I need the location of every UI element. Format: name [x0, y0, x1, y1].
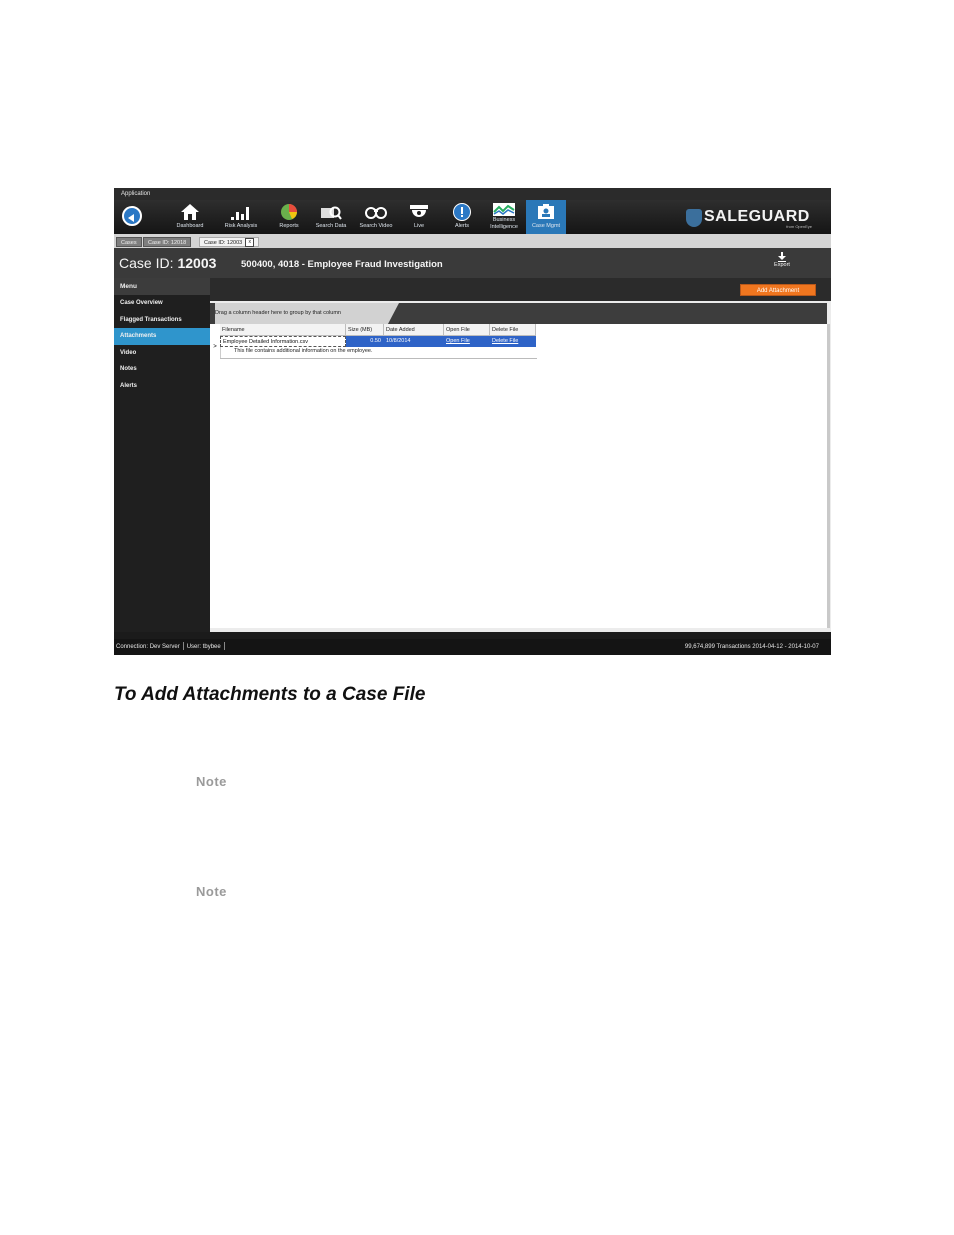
close-icon[interactable]: x — [245, 238, 255, 248]
sidebar-item-flagged-transactions[interactable]: Flagged Transactions — [114, 312, 210, 329]
menu-header: Menu — [114, 278, 210, 295]
cell-date-added: 10/8/2014 — [384, 336, 444, 347]
toolbar-search-data[interactable]: Search Data — [311, 200, 351, 234]
home-icon — [179, 203, 201, 221]
column-header-open-file[interactable]: Open File — [444, 324, 490, 336]
delete-file-link[interactable]: Delete File — [492, 338, 518, 344]
group-by-bar[interactable]: Drag a column header here to group by th… — [210, 303, 827, 324]
attachments-grid: Filename Size (MB) Date Added Open File … — [210, 324, 830, 628]
download-icon — [778, 252, 786, 262]
case-id: 12003 — [177, 255, 217, 271]
row-detail-description: This file contains additional informatio… — [234, 348, 373, 354]
binoculars-icon — [365, 203, 387, 221]
cell-filename: Employee Detailed Information.csv — [220, 336, 346, 347]
back-button[interactable] — [122, 206, 142, 226]
cell-size: 0.50 — [346, 336, 384, 347]
case-tabs: Cases Case ID: 12018 Case ID: 12003 x — [114, 234, 831, 248]
saleguard-logo: SALEGUARD from OpenEye — [682, 208, 822, 230]
note-label: Note — [196, 884, 227, 899]
column-header-size[interactable]: Size (MB) — [346, 324, 384, 336]
toolbar-risk-analysis[interactable]: Risk Analysis — [218, 200, 264, 234]
search-data-icon — [320, 203, 342, 221]
sidebar-menu: Menu Case Overview Flagged Transactions … — [114, 278, 210, 632]
main-toolbar: Dashboard Risk Analysis Reports Search D… — [114, 200, 831, 234]
status-bar: Connection: Dev Server User: tbybee 99,67… — [114, 639, 831, 655]
pie-chart-icon — [278, 203, 300, 221]
divider — [220, 358, 537, 359]
page-title: Case ID: 12003 — [119, 255, 217, 271]
column-header-date-added[interactable]: Date Added — [384, 324, 444, 336]
toolbar-case-mgmt[interactable]: Case Mgmt — [526, 200, 566, 234]
tab-case-12003[interactable]: Case ID: 12003 x — [199, 237, 260, 248]
sidebar-item-notes[interactable]: Notes — [114, 361, 210, 378]
application-screenshot: Application Dashboard Risk Analysis Repo… — [114, 188, 831, 655]
bar-chart-icon — [230, 203, 252, 221]
app-title-bar: Application — [114, 188, 831, 200]
bi-graph-icon — [493, 203, 515, 216]
cell-open-file: Open File — [444, 336, 490, 347]
open-file-link[interactable]: Open File — [446, 338, 470, 344]
sidebar-item-case-overview[interactable]: Case Overview — [114, 295, 210, 312]
section-heading: To Add Attachments to a Case File — [114, 684, 426, 705]
connection-status: Connection: Dev Server — [116, 644, 180, 650]
toolbar-live[interactable]: Live — [404, 200, 434, 234]
sidebar-item-alerts[interactable]: Alerts — [114, 378, 210, 395]
toolbar-reports[interactable]: Reports — [270, 200, 308, 234]
export-button[interactable]: Export — [770, 252, 794, 268]
case-icon — [535, 203, 557, 221]
divider — [223, 642, 225, 651]
note-label: Note — [196, 774, 227, 789]
alert-icon — [451, 203, 473, 221]
toolbar-business-intelligence[interactable]: Business Intelligence — [484, 200, 524, 234]
action-bar: Add Attachment — [210, 278, 831, 301]
tab-case-12018[interactable]: Case ID: 12018 — [143, 237, 192, 247]
user-status: User: tbybee — [186, 644, 221, 650]
sidebar-item-attachments[interactable]: Attachments — [114, 328, 210, 345]
transactions-status: 99,674,899 Transactions 2014-04-12 - 201… — [684, 644, 819, 650]
divider — [182, 642, 184, 651]
add-attachment-button[interactable]: Add Attachment — [740, 284, 816, 296]
attachments-panel: Add Attachment Drag a column header here… — [210, 278, 831, 632]
group-by-hint: Drag a column header here to group by th… — [215, 303, 399, 324]
toolbar-alerts[interactable]: Alerts — [447, 200, 477, 234]
sidebar-item-video[interactable]: Video — [114, 345, 210, 362]
case-title: 500400, 4018 - Employee Fraud Investigat… — [241, 259, 443, 270]
cell-delete-file: Delete File — [490, 336, 536, 347]
dome-camera-icon — [408, 203, 430, 221]
app-title: Application — [121, 191, 151, 197]
column-header-delete-file[interactable]: Delete File — [490, 324, 536, 336]
shield-icon — [686, 209, 702, 227]
tab-cases[interactable]: Cases — [116, 237, 142, 247]
case-header: Case ID: 12003 500400, 4018 - Employee Fr… — [114, 248, 831, 278]
toolbar-dashboard[interactable]: Dashboard — [168, 200, 212, 234]
column-header-filename[interactable]: Filename — [220, 324, 346, 336]
toolbar-search-video[interactable]: Search Video — [354, 200, 398, 234]
